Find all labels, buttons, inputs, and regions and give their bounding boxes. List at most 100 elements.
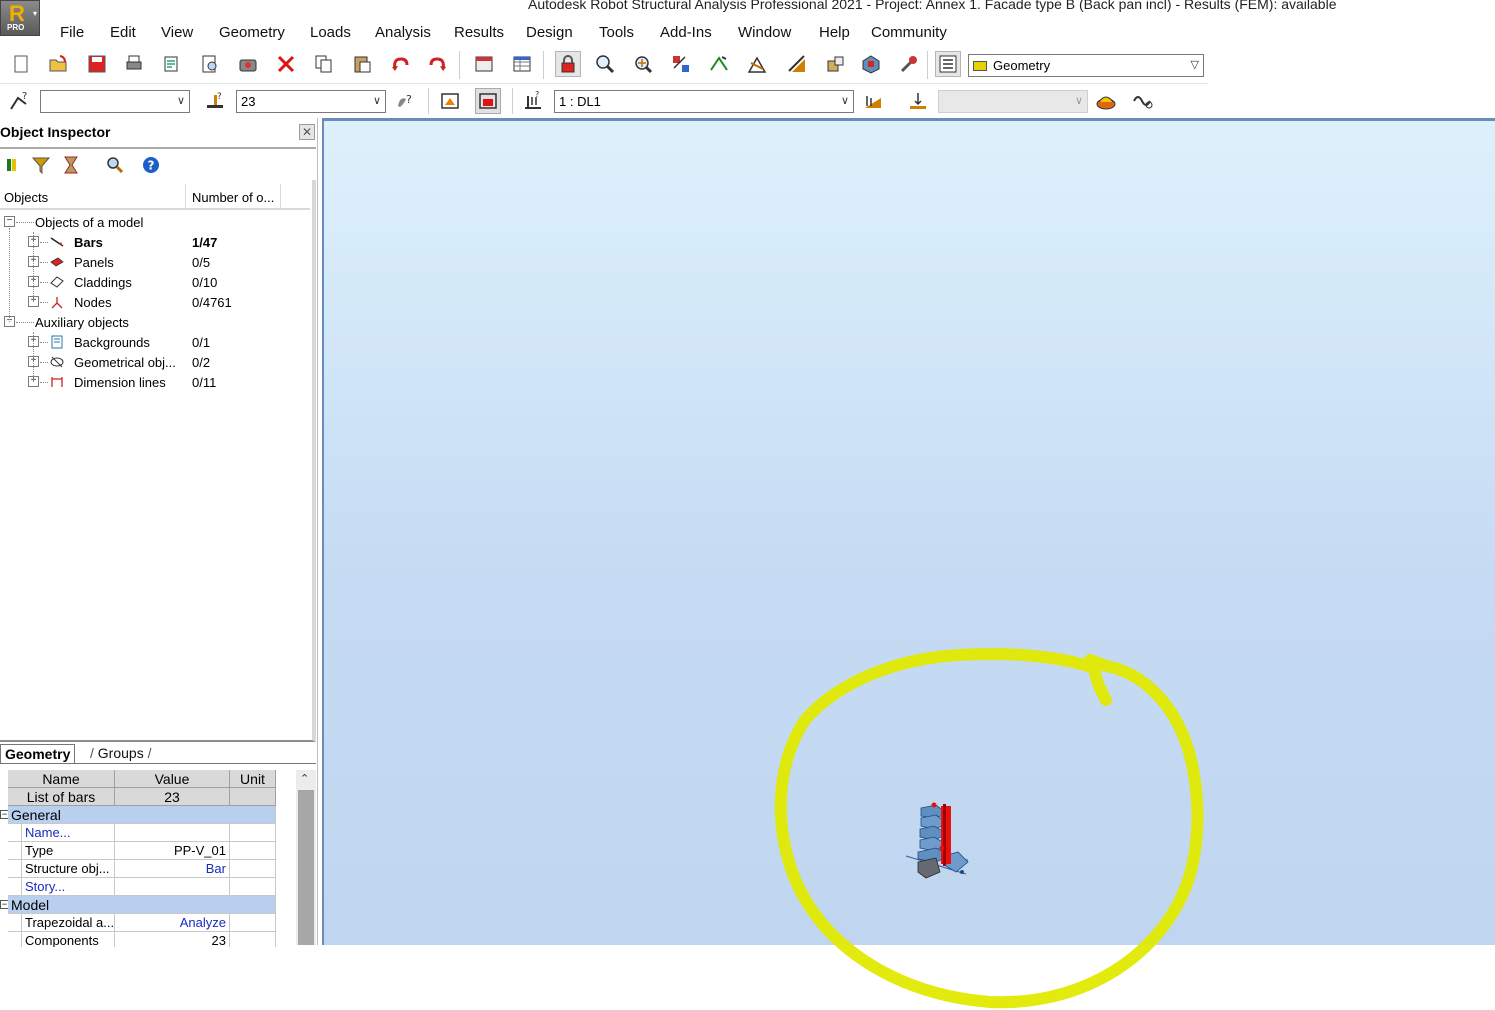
menu-results[interactable]: Results	[454, 24, 504, 41]
property-value[interactable]	[115, 878, 230, 896]
property-row[interactable]: Story...	[0, 878, 276, 896]
delete-icon[interactable]	[273, 51, 299, 77]
property-group-label: General	[8, 806, 276, 824]
column-number[interactable]: Number of o...	[192, 190, 274, 205]
column-divider[interactable]	[280, 184, 281, 210]
load-case-combo[interactable]: 1 : DL1 ∨	[554, 90, 854, 113]
structure-viewport[interactable]	[322, 118, 1495, 945]
property-row[interactable]: Name...	[0, 824, 276, 842]
menu-design[interactable]: Design	[526, 24, 573, 41]
disabled-combo: ∨	[938, 90, 1088, 113]
property-row[interactable]: Trapezoidal a... Analyze	[0, 914, 276, 932]
property-value[interactable]	[115, 824, 230, 842]
column-divider[interactable]	[185, 184, 186, 210]
property-value[interactable]: Analyze	[115, 914, 230, 932]
save-icon[interactable]	[84, 51, 110, 77]
title-bar: Autodesk Robot Structural Analysis Profe…	[0, 0, 1495, 14]
layout-selector[interactable]: Geometry ▽	[968, 54, 1204, 77]
display-settings-icon[interactable]	[437, 88, 463, 114]
print-preview-icon[interactable]	[159, 51, 185, 77]
structure-display-icon[interactable]	[475, 88, 501, 114]
tree-group[interactable]: − Objects of a model	[0, 212, 310, 232]
menu-file[interactable]: File	[60, 24, 84, 41]
property-scrollbar[interactable]: ⌃	[296, 770, 316, 945]
property-value[interactable]: Bar	[115, 860, 230, 878]
property-name[interactable]: Story...	[22, 878, 115, 896]
load-table-icon[interactable]	[905, 88, 931, 114]
section-icon[interactable]	[744, 51, 770, 77]
menu-view[interactable]: View	[161, 24, 193, 41]
selection-help-icon[interactable]: ?	[392, 88, 418, 114]
materials-icon[interactable]	[784, 51, 810, 77]
display-icon[interactable]	[668, 51, 694, 77]
mass-icon[interactable]	[1093, 88, 1119, 114]
property-row[interactable]: Structure obj... Bar	[0, 860, 276, 878]
hourglass-icon[interactable]	[60, 154, 82, 176]
tab-groups[interactable]: / Groups /	[86, 744, 155, 764]
zoom-icon[interactable]	[592, 51, 618, 77]
property-row-list-of-bars[interactable]: List of bars 23	[0, 788, 276, 806]
help-icon[interactable]: ?	[140, 154, 162, 176]
load-definition-icon[interactable]	[860, 88, 886, 114]
chevron-up-icon[interactable]: ⌃	[300, 772, 309, 785]
bar-icon	[49, 234, 65, 250]
bar-selection-combo[interactable]: 23 ∨	[236, 90, 386, 113]
app-menu-button[interactable]: R PRO ▾	[0, 0, 40, 36]
undo-icon[interactable]	[387, 51, 413, 77]
property-name: Structure obj...	[22, 860, 115, 878]
layout-selector-icon[interactable]	[935, 51, 961, 77]
column-objects[interactable]: Objects	[4, 190, 48, 205]
svg-text:?: ?	[406, 93, 412, 106]
menu-window[interactable]: Window	[738, 24, 791, 41]
scrollbar-thumb[interactable]	[298, 790, 314, 945]
print-compose-icon[interactable]	[197, 51, 223, 77]
collapse-icon[interactable]: −	[4, 216, 15, 227]
preferences-icon[interactable]	[896, 51, 922, 77]
modal-analysis-icon[interactable]	[1130, 88, 1156, 114]
tree-item-count: 0/1	[192, 335, 211, 350]
property-group-general[interactable]: − General	[0, 806, 276, 824]
selection-icon[interactable]	[2, 154, 24, 176]
tab-geometry[interactable]: Geometry	[0, 744, 76, 764]
filter-icon[interactable]	[30, 154, 52, 176]
tree-item-label: Dimension lines	[74, 375, 166, 390]
copy-icon[interactable]	[311, 51, 337, 77]
open-file-icon[interactable]	[45, 51, 71, 77]
lock-icon[interactable]	[555, 51, 581, 77]
structure-view-icon[interactable]	[858, 51, 884, 77]
close-icon[interactable]: ✕	[299, 124, 315, 140]
bar-selection-icon[interactable]: ?	[202, 88, 228, 114]
menu-add-ins[interactable]: Add-Ins	[660, 24, 712, 41]
property-unit	[230, 914, 276, 932]
search-icon[interactable]	[104, 154, 126, 176]
new-file-icon[interactable]	[8, 51, 34, 77]
menu-community[interactable]: Community	[871, 24, 947, 41]
menu-tools[interactable]: Tools	[599, 24, 634, 41]
zoom-window-icon[interactable]	[630, 51, 656, 77]
load-case-icon[interactable]: ?	[520, 88, 546, 114]
property-value[interactable]: 23	[115, 788, 230, 806]
paste-icon[interactable]	[349, 51, 375, 77]
property-name[interactable]: Name...	[22, 824, 115, 842]
calculator-icon[interactable]	[471, 51, 497, 77]
node-selection-icon[interactable]: ?	[6, 88, 32, 114]
menu-loads[interactable]: Loads	[310, 24, 351, 41]
menu-analysis[interactable]: Analysis	[375, 24, 431, 41]
property-group-model[interactable]: − Model	[0, 896, 276, 914]
structure-model-icon[interactable]	[706, 51, 732, 77]
job-preferences-icon[interactable]	[822, 51, 848, 77]
redo-icon[interactable]	[425, 51, 451, 77]
property-row[interactable]: Type PP-V_01	[0, 842, 276, 860]
property-value[interactable]: PP-V_01	[115, 842, 230, 860]
menu-edit[interactable]: Edit	[110, 24, 136, 41]
property-row[interactable]: Components 23	[0, 932, 276, 947]
tree-group[interactable]: − Auxiliary objects	[0, 312, 310, 332]
property-value[interactable]: 23	[115, 932, 230, 947]
menu-geometry[interactable]: Geometry	[219, 24, 285, 41]
property-header[interactable]: Name Value Unit	[0, 770, 276, 788]
node-selection-combo[interactable]: ∨	[40, 90, 190, 113]
print-icon[interactable]	[121, 51, 147, 77]
tables-icon[interactable]	[509, 51, 535, 77]
screen-capture-icon[interactable]	[235, 51, 261, 77]
menu-help[interactable]: Help	[819, 24, 850, 41]
